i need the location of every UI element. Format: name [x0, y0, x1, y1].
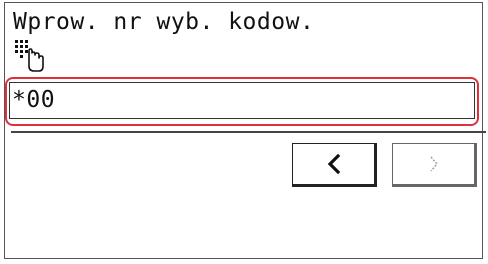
- device-screen: Wprow. nr wyb. kodow.: [4, 2, 486, 259]
- section-divider: [11, 131, 486, 133]
- next-button[interactable]: [392, 143, 477, 187]
- keypad-hand-icon: [14, 39, 46, 73]
- prompt-text: Wprow. nr wyb. kodow.: [13, 9, 315, 35]
- chevron-right-icon: [425, 153, 443, 175]
- entry-highlight-frame: [5, 77, 479, 126]
- chevron-left-icon: [325, 153, 343, 175]
- previous-button[interactable]: [292, 143, 377, 187]
